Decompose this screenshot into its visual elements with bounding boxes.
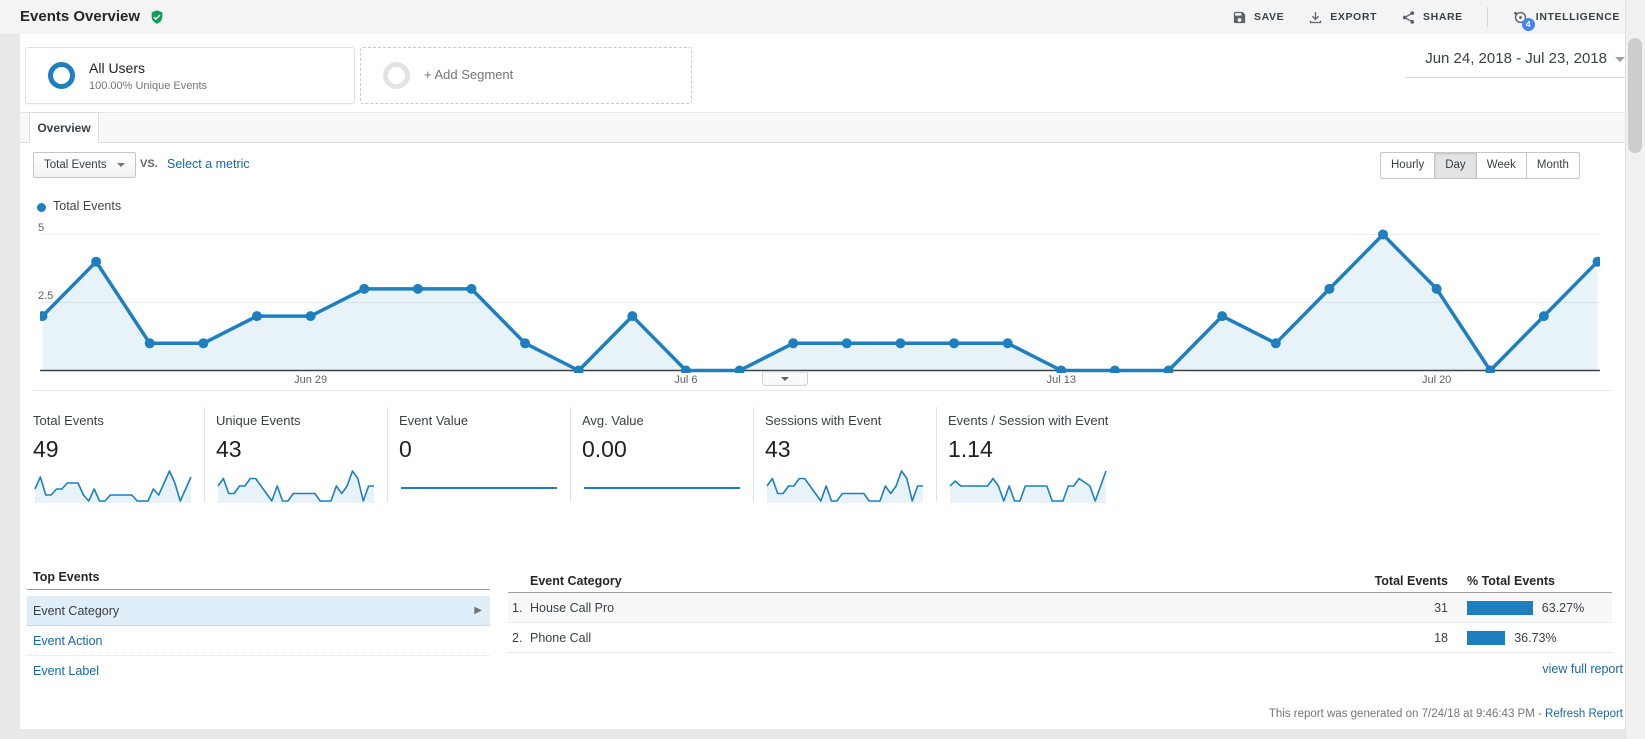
scorecard-divider: [387, 407, 388, 502]
download-icon: [1308, 10, 1323, 25]
column-header-total-events[interactable]: Total Events: [1300, 574, 1448, 588]
scorecard-label: Total Events: [33, 413, 104, 428]
segment-card-all-users[interactable]: All Users 100.00% Unique Events: [25, 47, 355, 104]
intelligence-icon: 4: [1512, 9, 1529, 26]
share-icon: [1401, 10, 1416, 25]
x-axis-label: Jul 6: [674, 374, 697, 386]
add-segment-donut-icon: [383, 62, 410, 89]
top-events-item-event-label[interactable]: Event Label: [27, 656, 490, 686]
scorecard-sparkline: [216, 467, 378, 504]
column-header-pct-total-events[interactable]: % Total Events: [1467, 574, 1555, 588]
save-button[interactable]: SAVE: [1232, 10, 1284, 25]
scorecard-divider: [570, 407, 571, 502]
scorecard-divider: [936, 407, 937, 502]
tab-strip: [20, 112, 1625, 143]
timeline-chart[interactable]: [40, 220, 1600, 373]
vs-label: VS.: [140, 158, 158, 170]
scorecard-label: Avg. Value: [582, 413, 644, 428]
select-metric-link[interactable]: Select a metric: [167, 157, 250, 171]
total-events-value: 31: [1350, 593, 1448, 623]
arrow-right-icon: ▶: [474, 596, 482, 626]
scorecard-value[interactable]: 49: [33, 436, 59, 463]
table-row: 1. House Call Pro 31 63.27%: [508, 593, 1612, 623]
top-events-item-event-action[interactable]: Event Action: [27, 626, 490, 656]
column-header-event-category[interactable]: Event Category: [530, 574, 622, 588]
top-events-item-event-category[interactable]: Event Category ▶: [27, 596, 490, 626]
scorecard-label: Unique Events: [216, 413, 301, 428]
legend-label: Total Events: [53, 199, 121, 213]
page-title: Events Overview: [20, 8, 140, 25]
top-events-item-label: Event Category: [33, 604, 119, 618]
scorecard-label: Event Value: [399, 413, 468, 428]
export-button[interactable]: EXPORT: [1308, 10, 1377, 25]
top-events-title: Top Events: [33, 570, 99, 584]
granularity-week[interactable]: Week: [1477, 152, 1527, 179]
share-button[interactable]: SHARE: [1401, 10, 1463, 25]
segment-title: All Users: [89, 60, 145, 76]
scorecard-label: Events / Session with Event: [948, 413, 1108, 428]
scorecard-value[interactable]: 1.14: [948, 436, 993, 463]
x-axis-label: Jun 29: [294, 374, 327, 386]
event-category-link[interactable]: House Call Pro: [530, 593, 614, 623]
scorecard-sparkline: [765, 467, 927, 504]
y-axis-label: 2.5: [38, 290, 53, 302]
events-overview-page: Events Overview SAVE EXPORT SHARE 4 INTE…: [0, 0, 1645, 739]
percent-bar: [1467, 631, 1505, 645]
scorecard-sparkline: [948, 467, 1110, 504]
generated-text: This report was generated on 7/24/18 at …: [1269, 708, 1542, 720]
scorecard-value[interactable]: 0: [399, 436, 412, 463]
top-events-header-rule: [27, 589, 490, 590]
chevron-down-icon: [1615, 57, 1625, 62]
scorecard-divider: [753, 407, 754, 502]
scorecard-divider: [204, 407, 205, 502]
percent-bar: [1467, 601, 1533, 615]
top-events-item-label: Event Action: [33, 634, 103, 648]
granularity-month[interactable]: Month: [1527, 152, 1580, 179]
chevron-down-icon: [117, 163, 125, 167]
scorecard-label: Sessions with Event: [765, 413, 881, 428]
total-events-value: 18: [1350, 623, 1448, 653]
scorecard-value[interactable]: 43: [765, 436, 791, 463]
segment-subtitle: 100.00% Unique Events: [89, 80, 207, 92]
percent-value: 36.73%: [1514, 623, 1556, 653]
intelligence-button[interactable]: 4 INTELLIGENCE: [1512, 9, 1620, 26]
granularity-day[interactable]: Day: [1435, 152, 1476, 179]
granularity-hourly[interactable]: Hourly: [1380, 152, 1435, 179]
segment-donut-icon: [48, 62, 75, 89]
scorecard-sparkline: [582, 467, 744, 504]
top-events-item-label: Event Label: [33, 664, 99, 678]
percent-value: 63.27%: [1542, 593, 1584, 623]
save-icon: [1232, 10, 1247, 25]
event-category-link[interactable]: Phone Call: [530, 623, 591, 653]
scorecard-sparkline: [33, 467, 195, 504]
toolbar-divider: [1487, 7, 1488, 27]
tab-overview[interactable]: Overview: [29, 112, 99, 143]
granularity-switcher: HourlyDayWeekMonth: [1380, 152, 1580, 179]
date-range-selector[interactable]: Jun 24, 2018 - Jul 23, 2018: [1335, 50, 1625, 76]
annotations-expander[interactable]: [762, 372, 808, 386]
date-range-underline: [1405, 77, 1625, 78]
scorecard-sparkline: [399, 467, 561, 504]
x-axis-label: Jul 20: [1422, 374, 1451, 386]
row-rank: 1.: [512, 593, 522, 623]
scorecard-value[interactable]: 0.00: [582, 436, 627, 463]
chevron-down-icon: [781, 377, 789, 381]
chart-bottom-rule: [33, 390, 1612, 391]
toolbar: SAVE EXPORT SHARE 4 INTELLIGENCE: [1232, 0, 1620, 34]
legend-dot-icon: [37, 203, 46, 212]
table-row: 2. Phone Call 18 36.73%: [508, 623, 1612, 653]
add-segment-button[interactable]: + Add Segment: [360, 47, 692, 104]
report-footer: This report was generated on 7/24/18 at …: [600, 708, 1623, 720]
y-axis-label: 5: [38, 222, 44, 234]
view-full-report-link[interactable]: view full report: [1320, 662, 1623, 676]
intelligence-badge: 4: [1522, 18, 1535, 31]
refresh-report-link[interactable]: Refresh Report: [1545, 708, 1623, 720]
row-rank: 2.: [512, 623, 522, 653]
metric-dropdown[interactable]: Total Events: [33, 152, 136, 178]
scrollbar-thumb[interactable]: [1628, 38, 1642, 153]
x-axis-label: Jul 13: [1047, 374, 1076, 386]
verified-shield-icon: [149, 9, 165, 25]
scorecard-value[interactable]: 43: [216, 436, 242, 463]
